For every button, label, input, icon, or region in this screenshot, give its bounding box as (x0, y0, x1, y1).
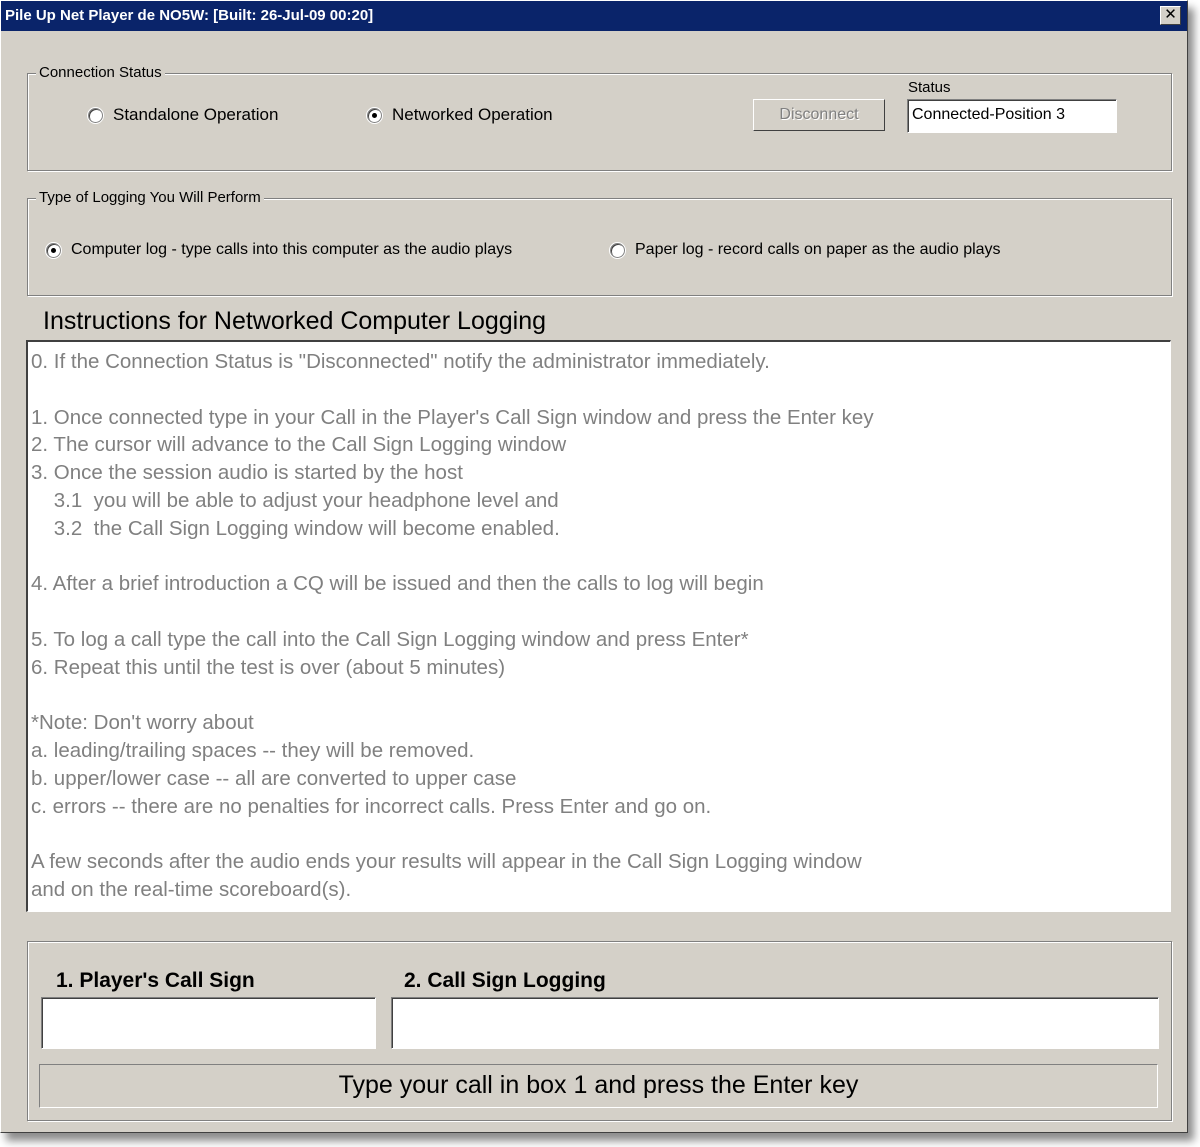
player-call-sign-input[interactable] (41, 997, 376, 1049)
networked-radio-label: Networked Operation (392, 105, 553, 124)
close-icon: ✕ (1164, 6, 1177, 23)
computer-log-radio[interactable]: Computer log - type calls into this comp… (46, 241, 512, 259)
standalone-radio-button[interactable] (88, 107, 103, 123)
connection-status-legend: Connection Status (36, 64, 165, 81)
disconnect-button[interactable]: Disconnect (753, 99, 885, 131)
instruction-line: 1. Once connected type in your Call in t… (31, 405, 874, 429)
instruction-line: 2. The cursor will advance to the Call S… (31, 433, 567, 457)
instruction-line: 5. To log a call type the call into the … (31, 627, 749, 651)
instructions-heading: Instructions for Networked Computer Logg… (43, 307, 547, 335)
instruction-line: 3.2 the Call Sign Logging window will be… (31, 516, 560, 540)
paper-log-radio-label: Paper log - record calls on paper as the… (635, 241, 1001, 258)
standalone-radio[interactable]: Standalone Operation (88, 105, 278, 125)
computer-log-radio-label: Computer log - type calls into this comp… (71, 241, 513, 258)
instruction-line: 3. Once the session audio is started by … (31, 461, 463, 485)
instruction-line: *Note: Don't worry about (31, 711, 254, 735)
instruction-line: b. upper/lower case -- all are converted… (31, 766, 517, 790)
logging-type-legend: Type of Logging You Will Perform (36, 189, 264, 206)
instruction-line: c. errors -- there are no penalties for … (31, 794, 712, 818)
standalone-radio-label: Standalone Operation (113, 105, 279, 124)
instruction-line: 6. Repeat this until the test is over (a… (31, 655, 506, 679)
status-label: Status (908, 79, 951, 96)
title-bar[interactable]: Pile Up Net Player de NO5W: [Built: 26-J… (1, 1, 1187, 31)
instruction-line (31, 598, 1170, 626)
status-message: Type your call in box 1 and press the En… (338, 1071, 859, 1099)
status-message-bar: Type your call in box 1 and press the En… (39, 1064, 1158, 1108)
disconnect-button-label: Disconnect (779, 106, 859, 123)
instruction-line: 3.1 you will be able to adjust your head… (31, 488, 559, 512)
networked-radio[interactable]: Networked Operation (367, 105, 553, 125)
call-sign-logging-label: 2. Call Sign Logging (404, 969, 606, 992)
instruction-line (31, 543, 1170, 571)
status-field: Connected-Position 3 (907, 99, 1117, 133)
instruction-line: A few seconds after the audio ends your … (31, 850, 862, 874)
player-call-sign-label: 1. Player's Call Sign (56, 969, 255, 992)
computer-log-radio-button[interactable] (46, 242, 61, 258)
instruction-line (31, 376, 1170, 404)
instruction-line: a. leading/trailing spaces -- they will … (31, 739, 475, 763)
close-button[interactable]: ✕ (1160, 6, 1181, 25)
instruction-line (31, 682, 1170, 710)
instruction-line: 4. After a brief introduction a CQ will … (31, 572, 764, 596)
call-sign-logging-input[interactable] (391, 997, 1159, 1049)
main-window: Pile Up Net Player de NO5W: [Built: 26-J… (0, 0, 1188, 1133)
instructions-text-area[interactable]: 0. If the Connection Status is "Disconne… (26, 340, 1171, 912)
instruction-line: 0. If the Connection Status is "Disconne… (31, 350, 770, 373)
paper-log-radio[interactable]: Paper log - record calls on paper as the… (610, 241, 1001, 259)
instruction-line: and on the real-time scoreboard(s). (31, 878, 352, 902)
paper-log-radio-button[interactable] (610, 242, 625, 258)
networked-radio-button[interactable] (367, 107, 382, 123)
instruction-line (31, 821, 1170, 849)
window-title: Pile Up Net Player de NO5W: [Built: 26-J… (5, 7, 374, 24)
